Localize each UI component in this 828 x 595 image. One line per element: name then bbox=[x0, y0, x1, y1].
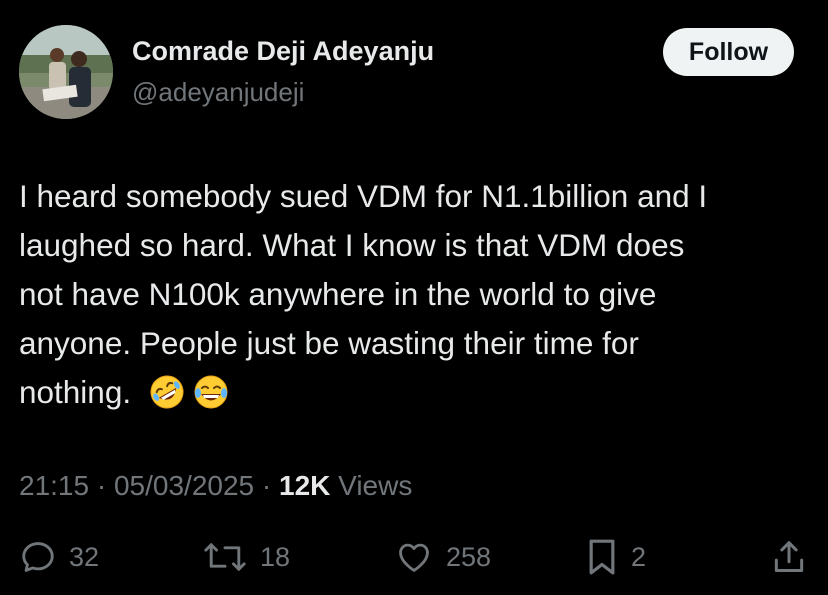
like-count: 258 bbox=[446, 541, 492, 572]
views-label: Views bbox=[338, 470, 413, 501]
tweet-date[interactable]: 05/03/2025 bbox=[114, 470, 254, 501]
rolling-on-floor-laughing-icon bbox=[149, 374, 185, 410]
avatar[interactable] bbox=[19, 25, 113, 119]
face-with-tears-of-joy-icon bbox=[193, 374, 229, 410]
tweet-text-line: anyone. People just be wasting their tim… bbox=[19, 325, 639, 361]
share-button[interactable] bbox=[770, 537, 808, 577]
like-button[interactable]: 258 bbox=[394, 537, 491, 577]
tweet-text-last-line: nothing. bbox=[19, 368, 809, 417]
repost-count: 18 bbox=[260, 541, 291, 572]
bookmark-count: 2 bbox=[631, 541, 647, 572]
author-display-name[interactable]: Comrade Deji Adeyanju bbox=[132, 36, 434, 67]
tweet-text-line: not have N100k anywhere in the world to … bbox=[19, 276, 657, 312]
tweet-text-line: I heard somebody sued VDM for N1.1billio… bbox=[19, 178, 708, 214]
tweet-text-line: laughed so hard. What I know is that VDM… bbox=[19, 227, 685, 263]
share-icon bbox=[774, 541, 804, 572]
tweet-time[interactable]: 21:15 bbox=[19, 470, 89, 501]
profile-photo-icon bbox=[19, 25, 113, 119]
views-count: 12K bbox=[279, 470, 331, 501]
meta-separator: · bbox=[96, 470, 107, 501]
meta-separator: · bbox=[261, 470, 272, 501]
reply-button[interactable]: 32 bbox=[19, 537, 99, 577]
tweet-text-line: nothing. bbox=[19, 374, 132, 410]
tweet-text: I heard somebody sued VDM for N1.1billio… bbox=[19, 172, 809, 417]
heart-icon bbox=[399, 543, 429, 572]
repost-icon bbox=[204, 543, 246, 571]
reply-icon bbox=[22, 542, 54, 572]
tweet-meta: 21:15 · 05/03/2025 · 12K Views bbox=[19, 470, 412, 502]
repost-button[interactable]: 18 bbox=[202, 537, 290, 577]
author-handle[interactable]: @adeyanjudeji bbox=[132, 77, 304, 108]
bookmark-button[interactable]: 2 bbox=[585, 537, 646, 577]
follow-button[interactable]: Follow bbox=[663, 28, 794, 76]
bookmark-icon bbox=[589, 539, 615, 575]
reply-count: 32 bbox=[69, 541, 100, 572]
